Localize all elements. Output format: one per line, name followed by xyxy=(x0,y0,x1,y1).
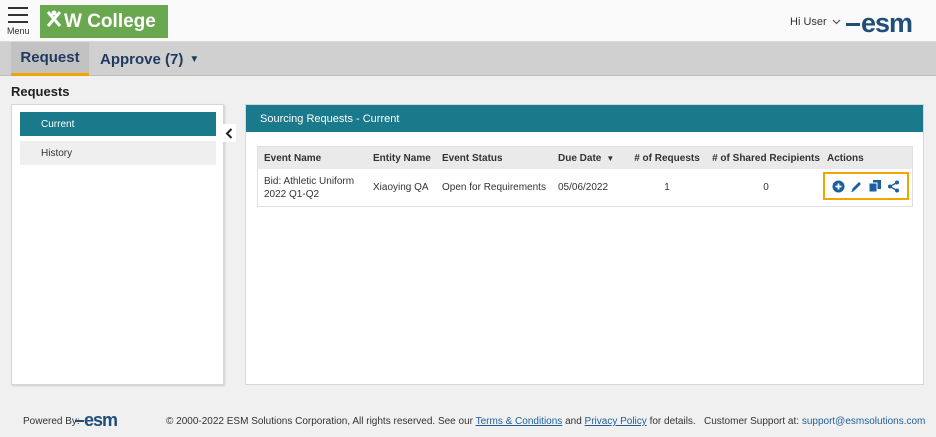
college-logo[interactable]: W College xyxy=(40,5,168,38)
cell-event-name: Bid: Athletic Uniform 2022 Q1-Q2 xyxy=(264,175,355,200)
collapse-sidebar-button[interactable] xyxy=(222,124,236,142)
requests-table: Event Name Entity Name Event Status Due … xyxy=(257,146,913,207)
panel-title: Sourcing Requests - Current xyxy=(246,105,923,132)
support-email-link[interactable]: support@esmsolutions.com xyxy=(802,416,926,427)
col-event-status[interactable]: Event Status xyxy=(442,147,503,169)
copyright: © 2000-2022 ESM Solutions Corporation, A… xyxy=(166,416,696,427)
add-icon[interactable] xyxy=(831,179,845,193)
hamburger-icon xyxy=(8,7,28,9)
edit-icon[interactable] xyxy=(850,179,864,193)
table-row[interactable]: Bid: Athletic Uniform 2022 Q1-Q2 Xiaoyin… xyxy=(258,169,912,206)
chevron-down-icon xyxy=(832,19,841,25)
tab-approve[interactable]: Approve (7) ▼ xyxy=(100,42,199,76)
caret-down-icon: ▼ xyxy=(189,53,200,65)
table-header: Event Name Entity Name Event Status Due … xyxy=(258,147,912,169)
col-shared-recipients[interactable]: # of Shared Recipients xyxy=(710,147,822,169)
col-actions: Actions xyxy=(827,152,864,164)
sidebar: Current History xyxy=(11,104,224,385)
share-icon[interactable] xyxy=(887,179,901,193)
row-actions xyxy=(823,172,909,200)
crest-icon xyxy=(46,10,62,33)
cell-shared-recipients: 0 xyxy=(763,182,769,193)
chevron-left-icon xyxy=(225,127,233,139)
sort-desc-icon: ▼ xyxy=(606,153,615,163)
tab-request[interactable]: Request xyxy=(11,42,89,76)
copy-icon[interactable] xyxy=(868,179,882,193)
terms-link[interactable]: Terms & Conditions xyxy=(476,416,563,427)
cell-event-status: Open for Requirements xyxy=(442,182,546,193)
sidebar-item-current[interactable]: Current xyxy=(20,112,216,136)
footer: Powered By: esm © 2000-2022 ESM Solution… xyxy=(0,404,936,437)
main-panel: Sourcing Requests - Current Event Name E… xyxy=(245,104,924,385)
powered-by-label: Powered By: xyxy=(23,416,80,427)
page-title: Requests xyxy=(11,84,70,99)
sidebar-item-history[interactable]: History xyxy=(20,141,216,165)
privacy-link[interactable]: Privacy Policy xyxy=(585,416,647,427)
esm-logo: esm xyxy=(846,8,913,39)
footer-esm-logo: esm xyxy=(75,410,118,431)
user-greeting: Hi User xyxy=(790,16,827,28)
top-bar: Menu W College Hi User esm xyxy=(0,0,936,42)
col-requests[interactable]: # of Requests xyxy=(632,147,702,169)
cell-due-date: 05/06/2022 xyxy=(558,182,609,193)
col-due-date[interactable]: Due Date ▼ xyxy=(558,147,614,169)
menu-label: Menu xyxy=(7,26,30,36)
college-name: W College xyxy=(64,10,156,32)
menu-button[interactable]: Menu xyxy=(7,7,31,37)
customer-support: Customer Support at: support@esmsolution… xyxy=(704,416,926,427)
user-menu[interactable]: Hi User xyxy=(790,16,841,28)
brand-text: esm xyxy=(861,8,913,38)
tabs-bar: Request Approve (7) ▼ xyxy=(0,42,936,76)
cell-requests: 1 xyxy=(664,182,670,193)
col-event-name[interactable]: Event Name xyxy=(264,147,364,169)
col-entity-name[interactable]: Entity Name xyxy=(373,147,431,169)
cell-entity-name: Xiaoying QA xyxy=(373,182,429,193)
